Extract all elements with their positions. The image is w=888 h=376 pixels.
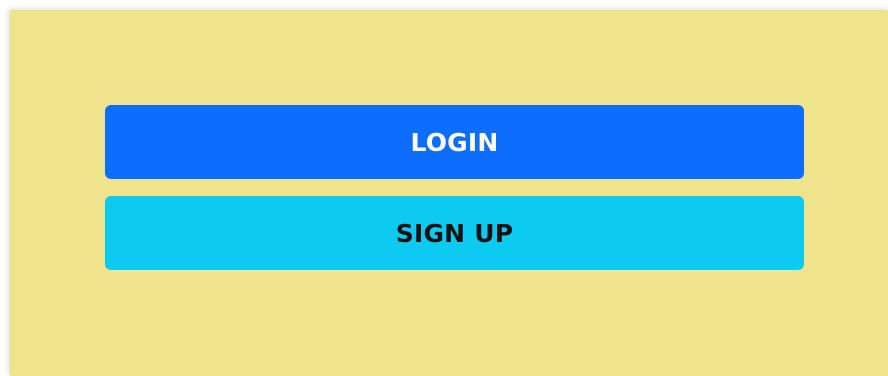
login-button[interactable]: LOGIN bbox=[105, 105, 804, 179]
auth-panel: LOGIN SIGN UP bbox=[10, 10, 888, 376]
page-frame: LOGIN SIGN UP bbox=[0, 0, 888, 376]
signup-button[interactable]: SIGN UP bbox=[105, 196, 804, 270]
